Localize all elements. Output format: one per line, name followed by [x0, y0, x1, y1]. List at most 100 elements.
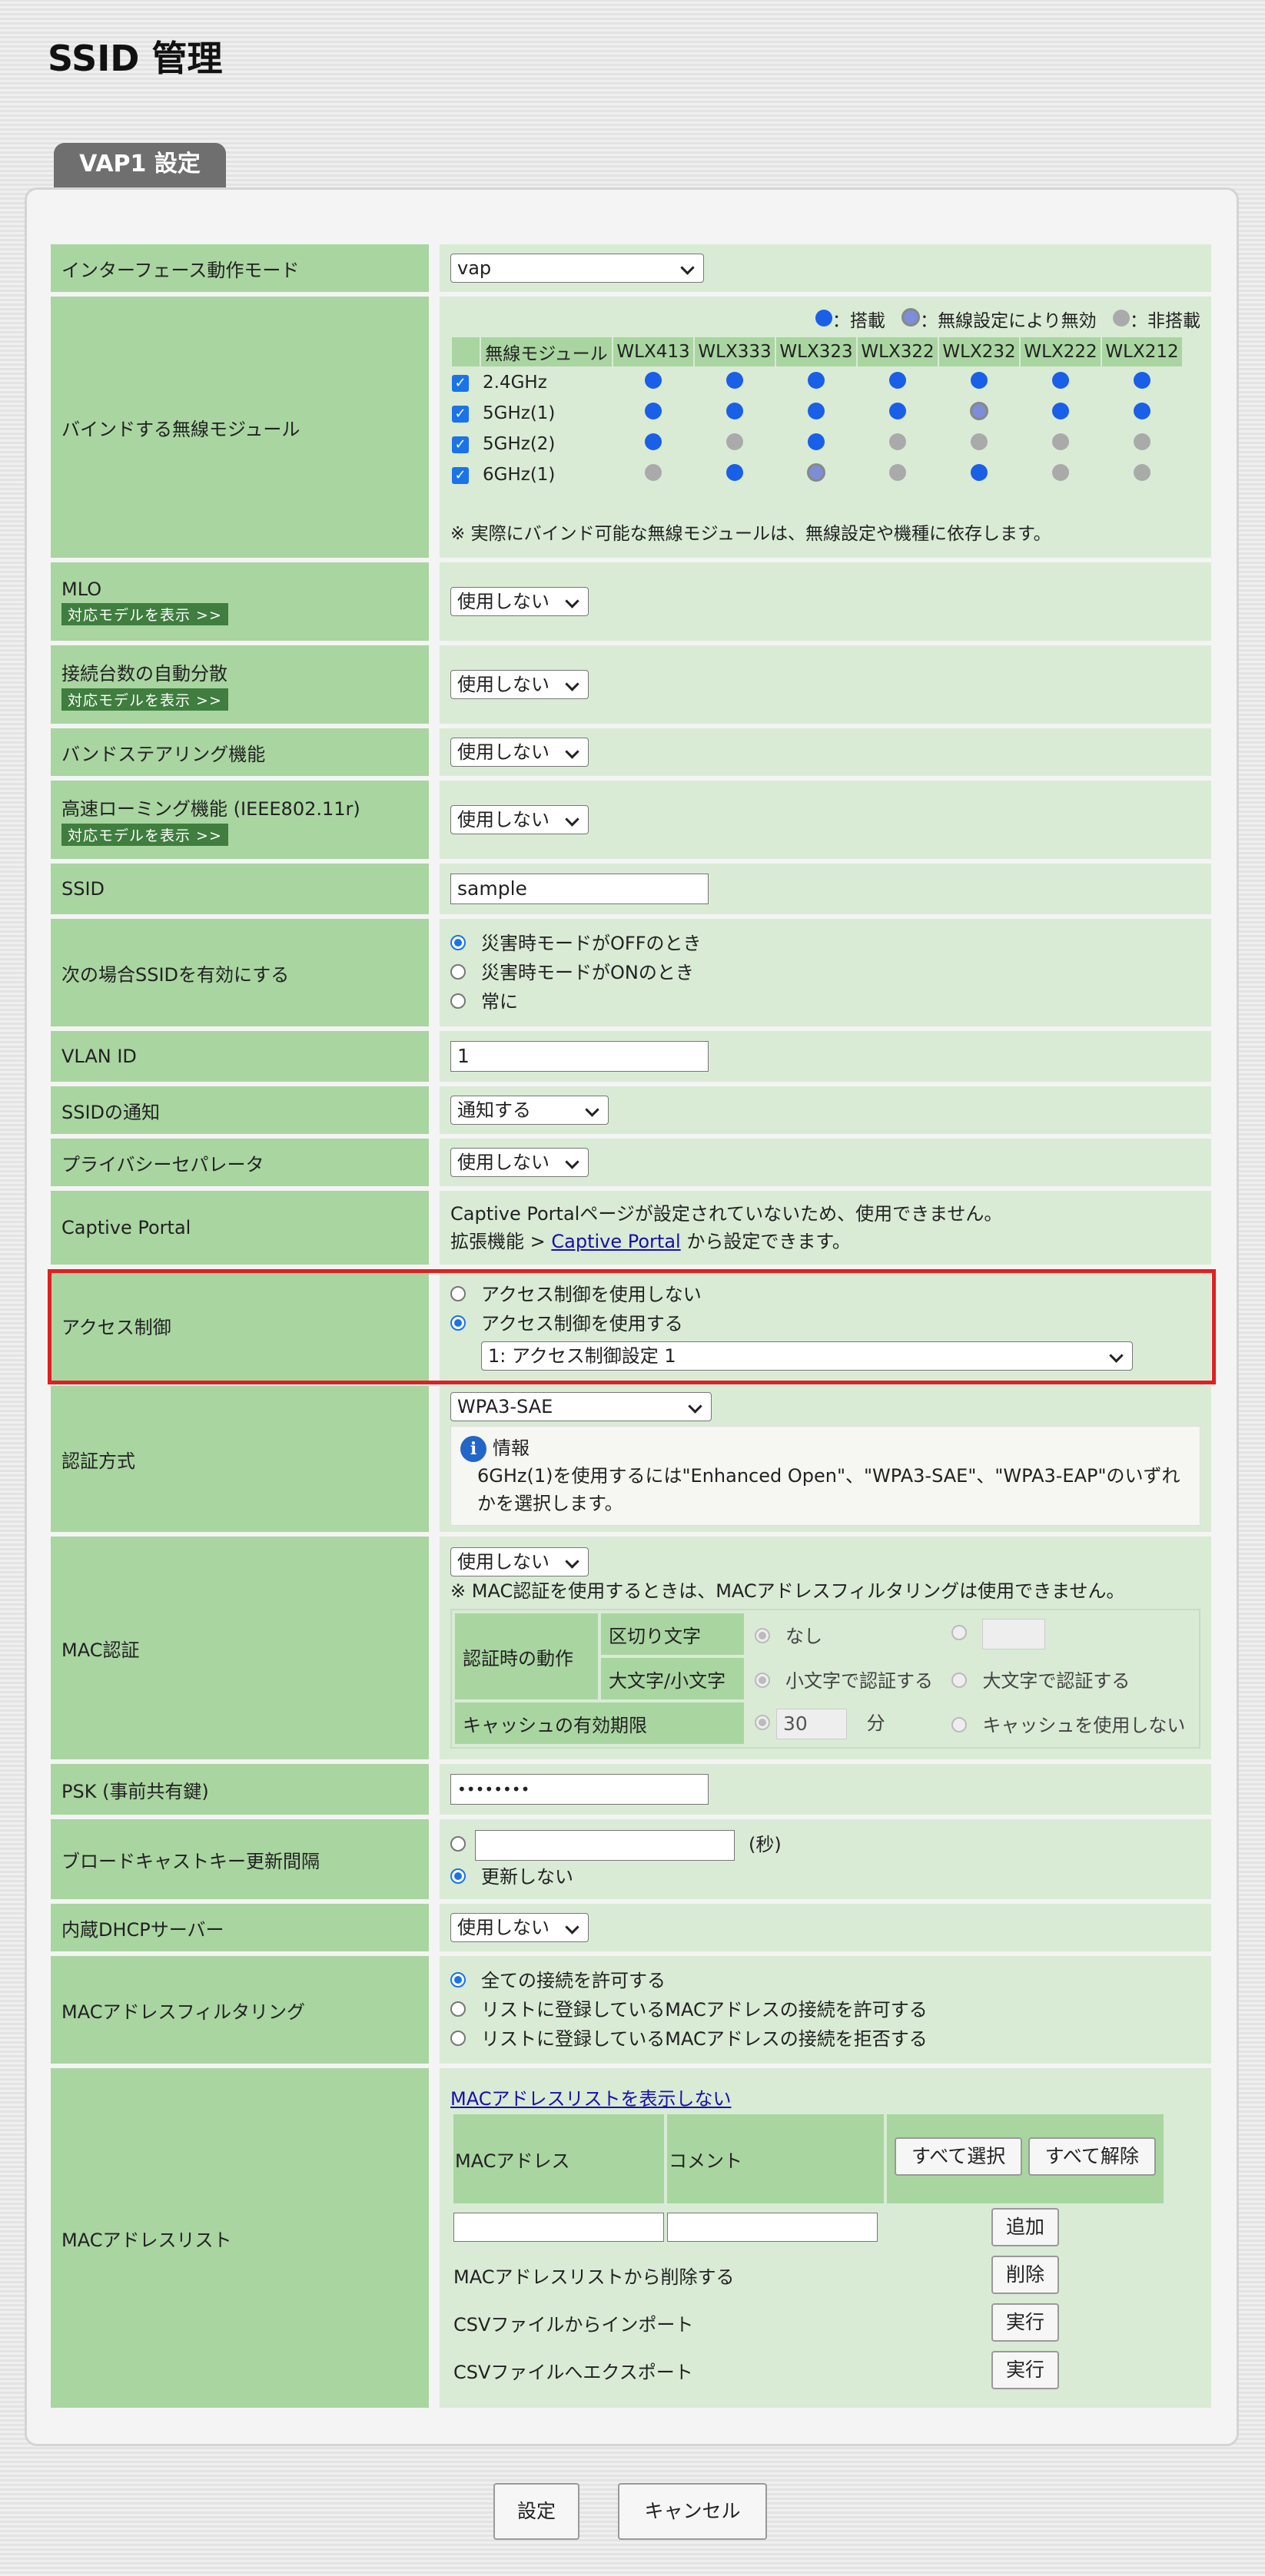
module-none-icon	[1052, 433, 1069, 450]
label-bind-module: バインドする無線モジュール	[51, 297, 429, 558]
fast-roaming-select[interactable]: 使用しない	[450, 805, 589, 834]
band-steering-select[interactable]: 使用しない	[450, 738, 589, 767]
module-disabled-icon	[807, 463, 825, 482]
label-fast-roaming: 高速ローミング機能 (IEEE802.11r)	[61, 798, 360, 820]
radio-icon[interactable]	[450, 2031, 466, 2046]
access-option-off[interactable]: アクセス制御を使用しない	[450, 1280, 1200, 1309]
submit-button[interactable]: 設定	[493, 2483, 579, 2540]
captive-path: 拡張機能 >	[450, 1231, 552, 1252]
header-spacer	[452, 337, 480, 366]
row-fast-roaming: 高速ローミング機能 (IEEE802.11r) 対応モデルを表示 >> 使用しない	[51, 781, 1211, 859]
info-icon: i	[460, 1436, 486, 1462]
dhcp-select[interactable]: 使用しない	[450, 1913, 589, 1942]
radio-disabled-icon	[755, 1714, 770, 1730]
mlo-models-link[interactable]: 対応モデルを表示 >>	[61, 602, 228, 625]
fast-roaming-models-link[interactable]: 対応モデルを表示 >>	[61, 824, 228, 846]
add-button[interactable]: 追加	[991, 2208, 1059, 2246]
module-row: ✓ 2.4GHz	[452, 368, 1182, 397]
radio-icon[interactable]	[450, 964, 466, 980]
access-control-select[interactable]: 1: アクセス制御設定 1	[481, 1341, 1133, 1371]
checkbox-checked-icon[interactable]: ✓	[452, 436, 469, 453]
radio-selected-icon[interactable]	[450, 1315, 466, 1331]
vlan-input[interactable]: 1	[450, 1041, 709, 1072]
captive-line2: 拡張機能 > Captive Portal から設定できます。	[450, 1228, 1200, 1255]
auto-dist-select[interactable]: 使用しない	[450, 670, 589, 699]
radio-selected-icon[interactable]	[450, 1972, 466, 1988]
radio-disabled-icon	[755, 1627, 770, 1643]
row-ssid-enable: 次の場合SSIDを有効にする 災害時モードがOFFのとき 災害時モードがONのと…	[51, 919, 1211, 1026]
radio-selected-icon[interactable]	[450, 935, 466, 950]
export-button[interactable]: 実行	[991, 2351, 1059, 2389]
radio-icon[interactable]	[450, 1836, 466, 1852]
ssid-enable-option-1[interactable]: 災害時モードがOFFのとき	[450, 929, 1200, 958]
delete-button[interactable]: 削除	[991, 2256, 1059, 2294]
module-checkbox[interactable]: ✓	[452, 399, 480, 428]
radio-icon[interactable]	[450, 1286, 466, 1301]
label-mlo-cell: MLO 対応モデルを表示 >>	[51, 562, 429, 641]
radio-icon[interactable]	[450, 2001, 466, 2017]
checkbox-checked-icon[interactable]: ✓	[452, 405, 469, 423]
cancel-button[interactable]: キャンセル	[618, 2483, 767, 2540]
auth-select[interactable]: WPA3-SAE	[450, 1392, 712, 1421]
row-mlo: MLO 対応モデルを表示 >> 使用しない	[51, 562, 1211, 641]
module-cell	[613, 368, 693, 397]
module-cell	[776, 429, 856, 459]
module-cell	[776, 460, 856, 489]
mac-filter-allow-all[interactable]: 全ての接続を許可する	[450, 1966, 1200, 1995]
mac-filter-allow-list[interactable]: リストに登録しているMACアドレスの接続を許可する	[450, 1995, 1200, 2024]
hide-mac-list-link[interactable]: MACアドレスリストを表示しない	[450, 2088, 731, 2110]
module-none-icon	[645, 464, 662, 481]
checkbox-checked-icon[interactable]: ✓	[452, 374, 469, 392]
module-on-icon	[971, 464, 988, 481]
module-on-icon	[645, 372, 662, 389]
module-cell	[695, 460, 775, 489]
export-label: CSVファイルへエクスポート	[453, 2361, 693, 2383]
module-cell	[1102, 429, 1182, 459]
mac-filter-deny-list[interactable]: リストに登録しているMACアドレスの接続を拒否する	[450, 2024, 1200, 2054]
label-access-control: アクセス制御	[51, 1269, 429, 1381]
ssid-enable-option-3[interactable]: 常に	[450, 987, 1200, 1016]
module-cell	[776, 399, 856, 428]
row-dhcp: 内蔵DHCPサーバー 使用しない	[51, 1904, 1211, 1951]
ssid-input[interactable]: sample	[450, 874, 709, 904]
module-checkbox[interactable]: ✓	[452, 368, 480, 397]
module-cell	[1021, 399, 1101, 428]
mlo-select[interactable]: 使用しない	[450, 587, 589, 616]
module-header-cell: WLX333	[695, 337, 775, 366]
info-text: 6GHz(1)を使用するには"Enhanced Open"、"WPA3-SAE"…	[477, 1465, 1180, 1514]
select-all-button[interactable]: すべて選択	[895, 2137, 1023, 2176]
radio-icon[interactable]	[450, 993, 466, 1009]
row-broadcast-key: ブロードキャストキー更新間隔 (秒) 更新しない	[51, 1819, 1211, 1899]
privacy-select[interactable]: 使用しない	[450, 1148, 589, 1177]
broadcast-interval-input[interactable]	[475, 1830, 735, 1861]
col-comment: コメント	[667, 2114, 884, 2203]
ssid-enable-option-2[interactable]: 災害時モードがONのとき	[450, 958, 1200, 987]
module-checkbox[interactable]: ✓	[452, 429, 480, 459]
broadcast-key-interval: (秒)	[450, 1827, 1200, 1862]
tab-vap1[interactable]: VAP1 設定	[54, 143, 226, 189]
access-option-on[interactable]: アクセス制御を使用する	[450, 1309, 1200, 1338]
deselect-all-button[interactable]: すべて解除	[1028, 2137, 1156, 2176]
psk-input[interactable]: ••••••••	[450, 1774, 709, 1805]
no-cache-text: キャッシュを使用しない	[982, 1714, 1186, 1736]
module-none-icon	[726, 433, 743, 450]
import-button[interactable]: 実行	[991, 2303, 1059, 2342]
label-auth: 認証方式	[51, 1386, 429, 1532]
mac-address-input[interactable]	[453, 2213, 664, 2242]
label-captive: Captive Portal	[51, 1191, 429, 1265]
checkbox-checked-icon[interactable]: ✓	[452, 466, 469, 484]
radio-selected-icon[interactable]	[450, 1868, 466, 1884]
cache-unit: 分	[866, 1712, 885, 1734]
mac-list-table: MACアドレス コメント すべて選択 すべて解除 追加 MACアドレスリストから…	[450, 2114, 1167, 2394]
module-row: ✓ 6GHz(1)	[452, 460, 1182, 489]
module-checkbox[interactable]: ✓	[452, 460, 480, 489]
mac-auth-select[interactable]: 使用しない	[450, 1547, 589, 1576]
auto-dist-models-link[interactable]: 対応モデルを表示 >>	[61, 688, 228, 711]
option-text: 災害時モードがONのとき	[481, 962, 694, 983]
broadcast-no-update[interactable]: 更新しない	[450, 1862, 1200, 1891]
comment-input[interactable]	[667, 2213, 878, 2242]
interface-mode-select[interactable]: vap	[450, 254, 704, 283]
ssid-notify-select[interactable]: 通知する	[450, 1096, 609, 1125]
captive-portal-link[interactable]: Captive Portal	[551, 1231, 680, 1252]
option-text: 災害時モードがOFFのとき	[481, 933, 702, 954]
